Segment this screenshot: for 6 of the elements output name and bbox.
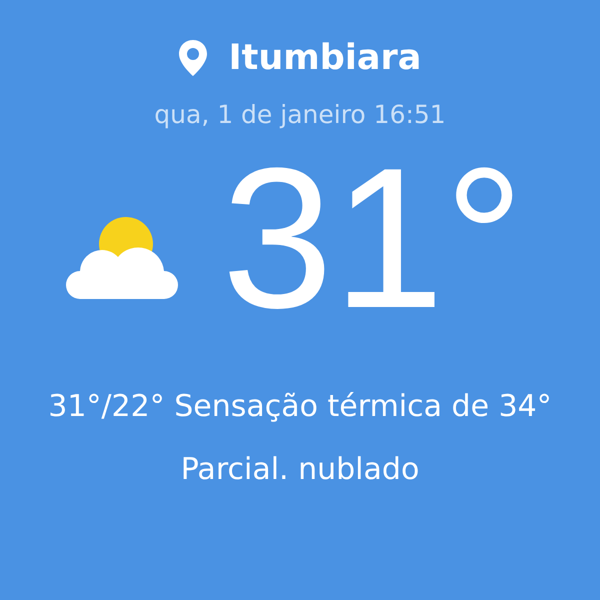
city-name: Itumbiara bbox=[228, 38, 422, 78]
temperature-summary: 31°/22° Sensação térmica de 34° bbox=[48, 389, 552, 424]
location-pin-icon bbox=[178, 40, 207, 76]
weather-condition: Parcial. nublado bbox=[180, 452, 420, 487]
date-time: qua, 1 de janeiro 16:51 bbox=[154, 100, 446, 129]
current-temperature: 31° bbox=[222, 139, 524, 339]
